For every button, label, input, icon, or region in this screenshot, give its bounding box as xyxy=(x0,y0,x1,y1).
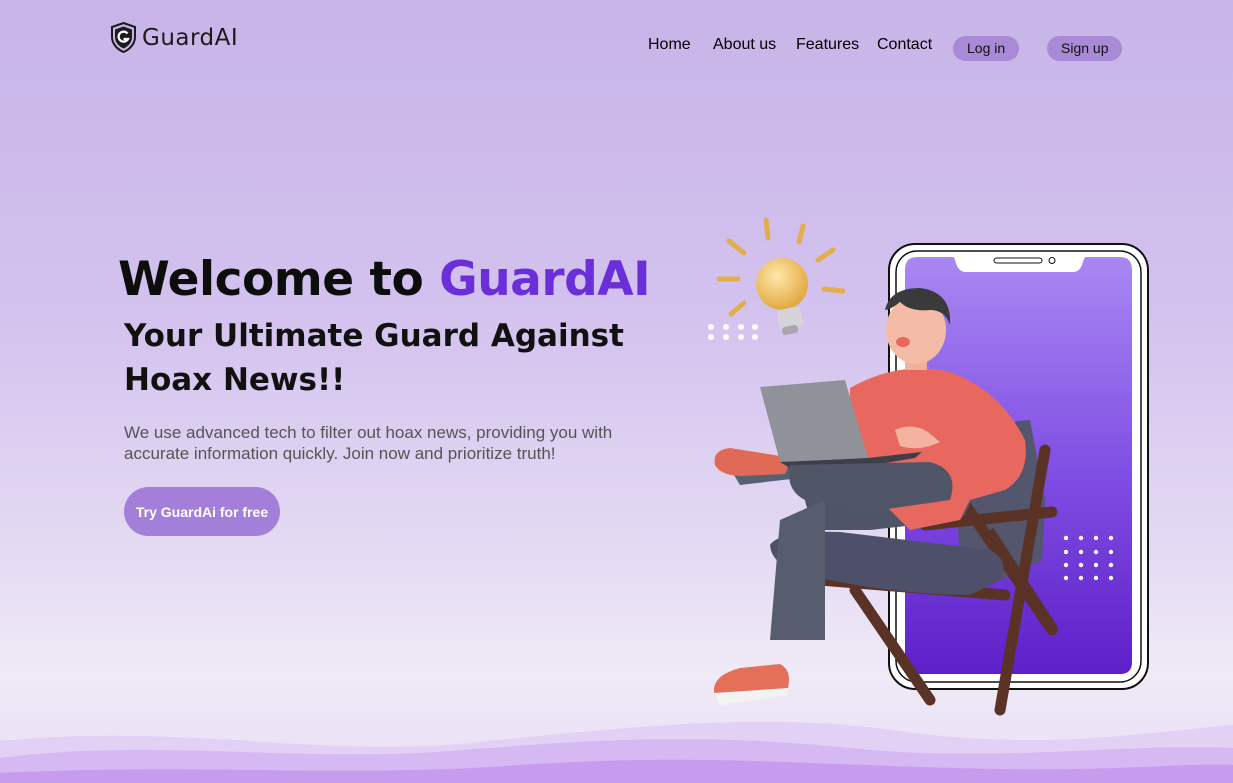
dot-grid-left xyxy=(708,324,758,340)
bottom-waves xyxy=(0,721,1233,783)
login-button[interactable]: Log in xyxy=(953,36,1020,61)
lightbulb-icon xyxy=(716,217,846,336)
hero-description: We use advanced tech to filter out hoax … xyxy=(124,423,613,463)
logo[interactable]: GuardAI xyxy=(110,22,238,53)
hero-title: Welcome to GuardAI xyxy=(118,252,651,307)
hero-illustration xyxy=(708,217,1149,716)
hero-subtitle: Your Ultimate Guard Against Hoax News!! xyxy=(124,318,624,398)
try-free-button[interactable]: Try GuardAi for free xyxy=(124,487,280,536)
nav-contact[interactable]: Contact xyxy=(877,36,932,54)
nav-about-us[interactable]: About us xyxy=(713,36,776,54)
shield-g-icon xyxy=(111,22,136,53)
top-navbar: GuardAI Home About us Features Contact L… xyxy=(0,0,1233,90)
nav-features[interactable]: Features xyxy=(796,36,859,54)
signup-button[interactable]: Sign up xyxy=(1047,36,1123,61)
hero-title-brand: GuardAI xyxy=(439,252,651,307)
logo-text: GuardAI xyxy=(142,24,239,51)
nav-home[interactable]: Home xyxy=(648,36,691,54)
hero-title-prefix: Welcome to xyxy=(118,252,440,307)
